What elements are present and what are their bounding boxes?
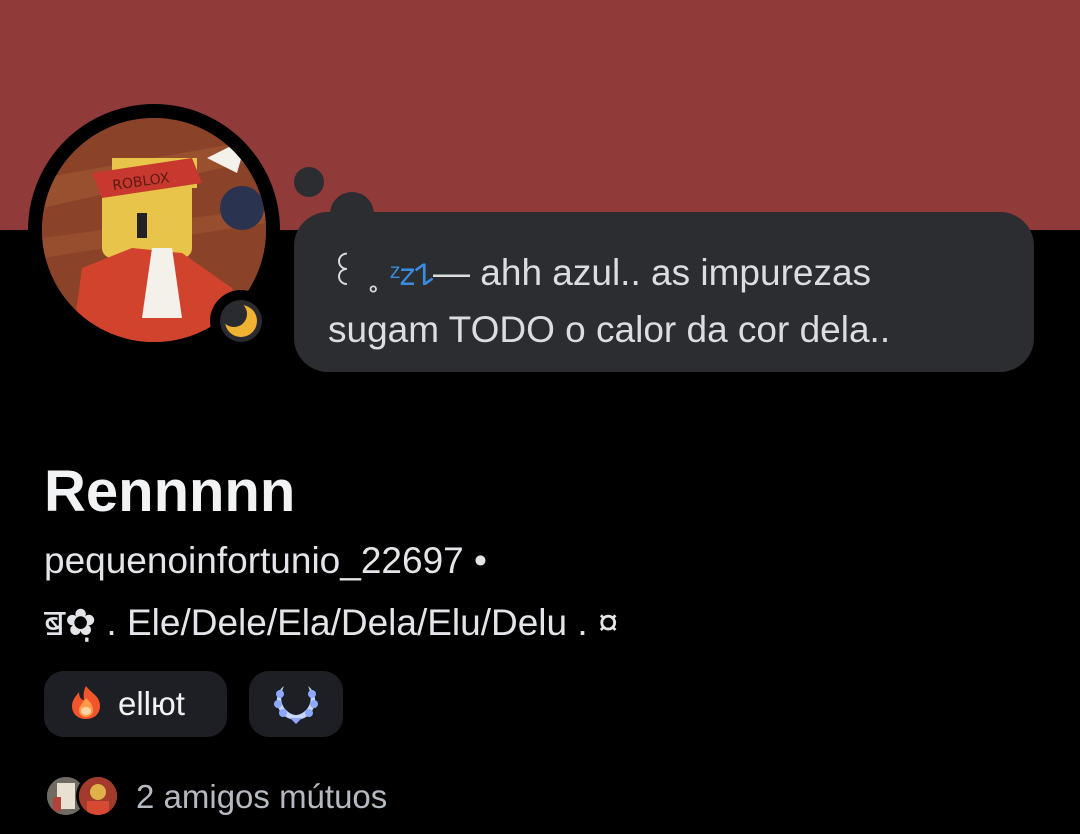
mutual-friends-link[interactable]: 2 amigos mútuos <box>136 778 387 816</box>
custom-status-bubble[interactable]: ꒰ ˳ ᶻ𝗓𐰁— ahh azul.. as impurezas sugam T… <box>294 212 1034 372</box>
display-name: Rennnnn <box>44 459 296 524</box>
status-line-2: sugam TODO o calor da cor dela.. <box>328 309 891 350</box>
pronouns: ॿ✿̣ . Ele/Dele/Ela/Dela/Elu/Delu . ¤ <box>44 602 619 643</box>
sleep-zz-icon: ᶻ𝗓𐰁 <box>389 259 434 292</box>
status-indicator <box>210 290 272 352</box>
guild-tag-label: ellюt <box>118 685 185 722</box>
flame-icon <box>66 682 106 726</box>
idle-moon-icon <box>220 300 262 342</box>
guild-tag[interactable]: ellюt <box>44 671 227 737</box>
badge-tag[interactable] <box>249 671 343 737</box>
status-line-1: ꒰ ˳ ᶻ𝗓𐰁— ahh azul.. as impurezas <box>328 252 872 293</box>
username[interactable]: pequenoinfortunio_22697 • <box>44 540 487 582</box>
mutual-friend-avatar <box>76 774 120 818</box>
laurel-badge-icon <box>270 680 322 728</box>
thought-dot-small <box>294 167 324 197</box>
